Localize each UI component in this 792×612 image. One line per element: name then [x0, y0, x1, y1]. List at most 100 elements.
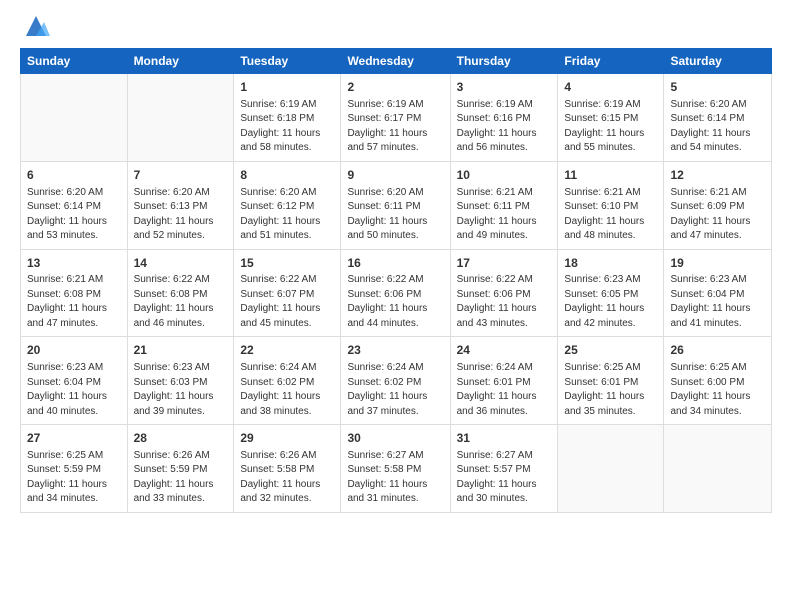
day-cell: 4Sunrise: 6:19 AM Sunset: 6:15 PM Daylig… — [558, 74, 664, 162]
day-cell: 24 Sunrise: 6:24 AM Sunset: 6:01 PM Dayli… — [450, 337, 558, 425]
day-cell — [127, 74, 234, 162]
day-number: 6 — [27, 167, 121, 184]
day-number: 5 — [670, 79, 765, 96]
day-info: Sunrise: 6:19 AM Sunset: 6:16 PM Dayligh… — [457, 98, 552, 156]
day-number: 16 — [347, 255, 443, 272]
day-cell: 19Sunrise: 6:23 AM Sunset: 6:04 PM Dayli… — [664, 249, 772, 337]
day-info: Sunrise: 6:25 AM Sunset: 6:01 PM Dayligh… — [564, 361, 657, 419]
day-cell: 22 Sunrise: 6:24 AM Sunset: 6:02 PM Dayli… — [234, 337, 341, 425]
header-friday: Friday — [558, 49, 664, 74]
day-cell: 23 Sunrise: 6:24 AM Sunset: 6:02 PM Dayli… — [341, 337, 450, 425]
day-info: Sunrise: 6:23 AM Sunset: 6:05 PM Dayligh… — [564, 273, 657, 331]
day-cell: 10Sunrise: 6:21 AM Sunset: 6:11 PM Dayli… — [450, 161, 558, 249]
day-cell: 15Sunrise: 6:22 AM Sunset: 6:07 PM Dayli… — [234, 249, 341, 337]
day-number: 10 — [457, 167, 552, 184]
day-cell: 6 Sunrise: 6:20 AM Sunset: 6:14 PM Daylig… — [21, 161, 128, 249]
day-cell: 8Sunrise: 6:20 AM Sunset: 6:12 PM Daylig… — [234, 161, 341, 249]
day-number: 3 — [457, 79, 552, 96]
day-cell: 7Sunrise: 6:20 AM Sunset: 6:13 PM Daylig… — [127, 161, 234, 249]
day-cell: 28 Sunrise: 6:26 AM Sunset: 5:59 PM Dayli… — [127, 425, 234, 513]
day-info: Sunrise: 6:19 AM Sunset: 6:18 PM Dayligh… — [240, 98, 334, 156]
day-number: 1 — [240, 79, 334, 96]
day-number: 4 — [564, 79, 657, 96]
day-number: 18 — [564, 255, 657, 272]
day-info: Sunrise: 6:22 AM Sunset: 6:06 PM Dayligh… — [347, 273, 443, 331]
day-info: Sunrise: 6:26 AM Sunset: 5:58 PM Dayligh… — [240, 449, 334, 507]
day-info: Sunrise: 6:19 AM Sunset: 6:17 PM Dayligh… — [347, 98, 443, 156]
day-cell — [558, 425, 664, 513]
day-cell: 1 Sunrise: 6:19 AM Sunset: 6:18 PM Daylig… — [234, 74, 341, 162]
day-number: 30 — [347, 430, 443, 447]
day-number: 19 — [670, 255, 765, 272]
day-info: Sunrise: 6:27 AM Sunset: 5:57 PM Dayligh… — [457, 449, 552, 507]
day-info: Sunrise: 6:20 AM Sunset: 6:14 PM Dayligh… — [27, 186, 121, 244]
day-cell — [21, 74, 128, 162]
day-cell: 11 Sunrise: 6:21 AM Sunset: 6:10 PM Dayli… — [558, 161, 664, 249]
day-cell: 9 Sunrise: 6:20 AM Sunset: 6:11 PM Daylig… — [341, 161, 450, 249]
day-number: 29 — [240, 430, 334, 447]
day-info: Sunrise: 6:21 AM Sunset: 6:09 PM Dayligh… — [670, 186, 765, 244]
day-cell: 29 Sunrise: 6:26 AM Sunset: 5:58 PM Dayli… — [234, 425, 341, 513]
day-cell: 27 Sunrise: 6:25 AM Sunset: 5:59 PM Dayli… — [21, 425, 128, 513]
day-info: Sunrise: 6:23 AM Sunset: 6:03 PM Dayligh… — [134, 361, 228, 419]
day-info: Sunrise: 6:22 AM Sunset: 6:08 PM Dayligh… — [134, 273, 228, 331]
day-info: Sunrise: 6:20 AM Sunset: 6:11 PM Dayligh… — [347, 186, 443, 244]
day-info: Sunrise: 6:26 AM Sunset: 5:59 PM Dayligh… — [134, 449, 228, 507]
day-number: 22 — [240, 342, 334, 359]
day-info: Sunrise: 6:25 AM Sunset: 6:00 PM Dayligh… — [670, 361, 765, 419]
week-row-1: 1 Sunrise: 6:19 AM Sunset: 6:18 PM Daylig… — [21, 74, 772, 162]
calendar: Sunday Monday Tuesday Wednesday Thursday… — [20, 48, 772, 513]
day-info: Sunrise: 6:23 AM Sunset: 6:04 PM Dayligh… — [670, 273, 765, 331]
day-cell: 5 Sunrise: 6:20 AM Sunset: 6:14 PM Daylig… — [664, 74, 772, 162]
day-number: 12 — [670, 167, 765, 184]
day-cell: 31 Sunrise: 6:27 AM Sunset: 5:57 PM Dayli… — [450, 425, 558, 513]
day-info: Sunrise: 6:24 AM Sunset: 6:02 PM Dayligh… — [347, 361, 443, 419]
logo — [20, 16, 50, 40]
day-number: 27 — [27, 430, 121, 447]
day-cell: 30Sunrise: 6:27 AM Sunset: 5:58 PM Dayli… — [341, 425, 450, 513]
day-number: 26 — [670, 342, 765, 359]
day-info: Sunrise: 6:25 AM Sunset: 5:59 PM Dayligh… — [27, 449, 121, 507]
header — [20, 16, 772, 40]
day-info: Sunrise: 6:20 AM Sunset: 6:13 PM Dayligh… — [134, 186, 228, 244]
day-info: Sunrise: 6:24 AM Sunset: 6:01 PM Dayligh… — [457, 361, 552, 419]
day-number: 21 — [134, 342, 228, 359]
day-cell — [664, 425, 772, 513]
day-number: 25 — [564, 342, 657, 359]
day-cell: 2 Sunrise: 6:19 AM Sunset: 6:17 PM Daylig… — [341, 74, 450, 162]
day-number: 11 — [564, 167, 657, 184]
header-thursday: Thursday — [450, 49, 558, 74]
day-cell: 21 Sunrise: 6:23 AM Sunset: 6:03 PM Dayli… — [127, 337, 234, 425]
day-number: 9 — [347, 167, 443, 184]
header-sunday: Sunday — [21, 49, 128, 74]
day-number: 15 — [240, 255, 334, 272]
day-number: 2 — [347, 79, 443, 96]
day-number: 13 — [27, 255, 121, 272]
day-number: 17 — [457, 255, 552, 272]
day-info: Sunrise: 6:21 AM Sunset: 6:10 PM Dayligh… — [564, 186, 657, 244]
day-info: Sunrise: 6:24 AM Sunset: 6:02 PM Dayligh… — [240, 361, 334, 419]
day-number: 31 — [457, 430, 552, 447]
weekday-header-row: Sunday Monday Tuesday Wednesday Thursday… — [21, 49, 772, 74]
header-wednesday: Wednesday — [341, 49, 450, 74]
day-cell: 16Sunrise: 6:22 AM Sunset: 6:06 PM Dayli… — [341, 249, 450, 337]
header-tuesday: Tuesday — [234, 49, 341, 74]
day-number: 8 — [240, 167, 334, 184]
day-info: Sunrise: 6:20 AM Sunset: 6:14 PM Dayligh… — [670, 98, 765, 156]
day-number: 23 — [347, 342, 443, 359]
day-cell: 26 Sunrise: 6:25 AM Sunset: 6:00 PM Dayli… — [664, 337, 772, 425]
day-cell: 20Sunrise: 6:23 AM Sunset: 6:04 PM Dayli… — [21, 337, 128, 425]
day-cell: 17Sunrise: 6:22 AM Sunset: 6:06 PM Dayli… — [450, 249, 558, 337]
logo-icon — [22, 12, 50, 40]
week-row-2: 6 Sunrise: 6:20 AM Sunset: 6:14 PM Daylig… — [21, 161, 772, 249]
week-row-3: 13Sunrise: 6:21 AM Sunset: 6:08 PM Dayli… — [21, 249, 772, 337]
day-cell: 25 Sunrise: 6:25 AM Sunset: 6:01 PM Dayli… — [558, 337, 664, 425]
day-number: 24 — [457, 342, 552, 359]
header-monday: Monday — [127, 49, 234, 74]
page: Sunday Monday Tuesday Wednesday Thursday… — [0, 0, 792, 612]
day-cell: 13Sunrise: 6:21 AM Sunset: 6:08 PM Dayli… — [21, 249, 128, 337]
day-info: Sunrise: 6:22 AM Sunset: 6:07 PM Dayligh… — [240, 273, 334, 331]
day-number: 14 — [134, 255, 228, 272]
day-cell: 12 Sunrise: 6:21 AM Sunset: 6:09 PM Dayli… — [664, 161, 772, 249]
day-number: 28 — [134, 430, 228, 447]
